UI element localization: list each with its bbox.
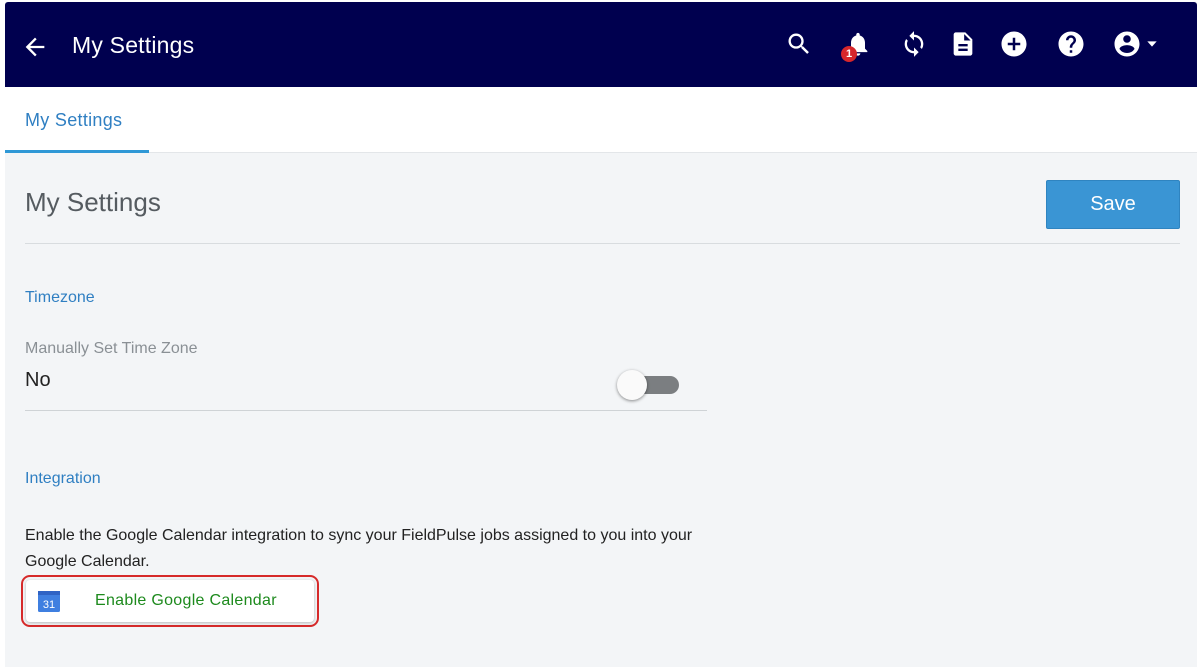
navbar-title: My Settings [72, 32, 195, 58]
back-arrow-icon [25, 37, 45, 57]
help-button[interactable] [1056, 29, 1086, 59]
tab-label: My Settings [25, 110, 123, 130]
account-icon [1114, 31, 1140, 57]
enable-google-calendar-button[interactable]: 31 Enable Google Calendar [26, 580, 314, 622]
add-circle-icon [1001, 31, 1027, 57]
timezone-section-label: Timezone [25, 289, 95, 306]
sync-icon [904, 31, 924, 57]
search-icon [788, 33, 809, 54]
back-button[interactable] [21, 33, 49, 61]
timezone-field-divider [25, 410, 707, 411]
integration-description: Enable the Google Calendar integration t… [25, 527, 693, 570]
calendar-day-number: 31 [43, 599, 55, 611]
timezone-field-value: No [25, 369, 51, 391]
app-frame: My Settings 1 My Settings My Settings Sa… [5, 2, 1197, 667]
toggle-knob [617, 370, 647, 400]
timezone-toggle[interactable] [617, 370, 679, 400]
add-button[interactable] [999, 29, 1029, 59]
notification-badge: 1 [841, 46, 857, 62]
tab-strip: My Settings [5, 87, 1197, 153]
page-title: My Settings [25, 187, 161, 217]
search-button[interactable] [784, 29, 814, 59]
document-icon [953, 32, 973, 56]
google-calendar-icon: 31 [38, 591, 60, 612]
documents-button[interactable] [948, 29, 978, 59]
account-menu-button[interactable] [1112, 29, 1164, 59]
caret-down-icon [1147, 41, 1157, 47]
top-navbar: My Settings 1 [5, 2, 1197, 87]
help-icon [1058, 31, 1084, 57]
integration-section-label: Integration [25, 470, 101, 487]
enable-google-calendar-label: Enable Google Calendar [95, 592, 277, 609]
save-button[interactable]: Save [1046, 180, 1180, 229]
header-divider [25, 243, 1180, 244]
sync-button[interactable] [899, 29, 929, 59]
timezone-field-label: Manually Set Time Zone [25, 340, 198, 357]
tab-my-settings[interactable]: My Settings [5, 87, 149, 153]
